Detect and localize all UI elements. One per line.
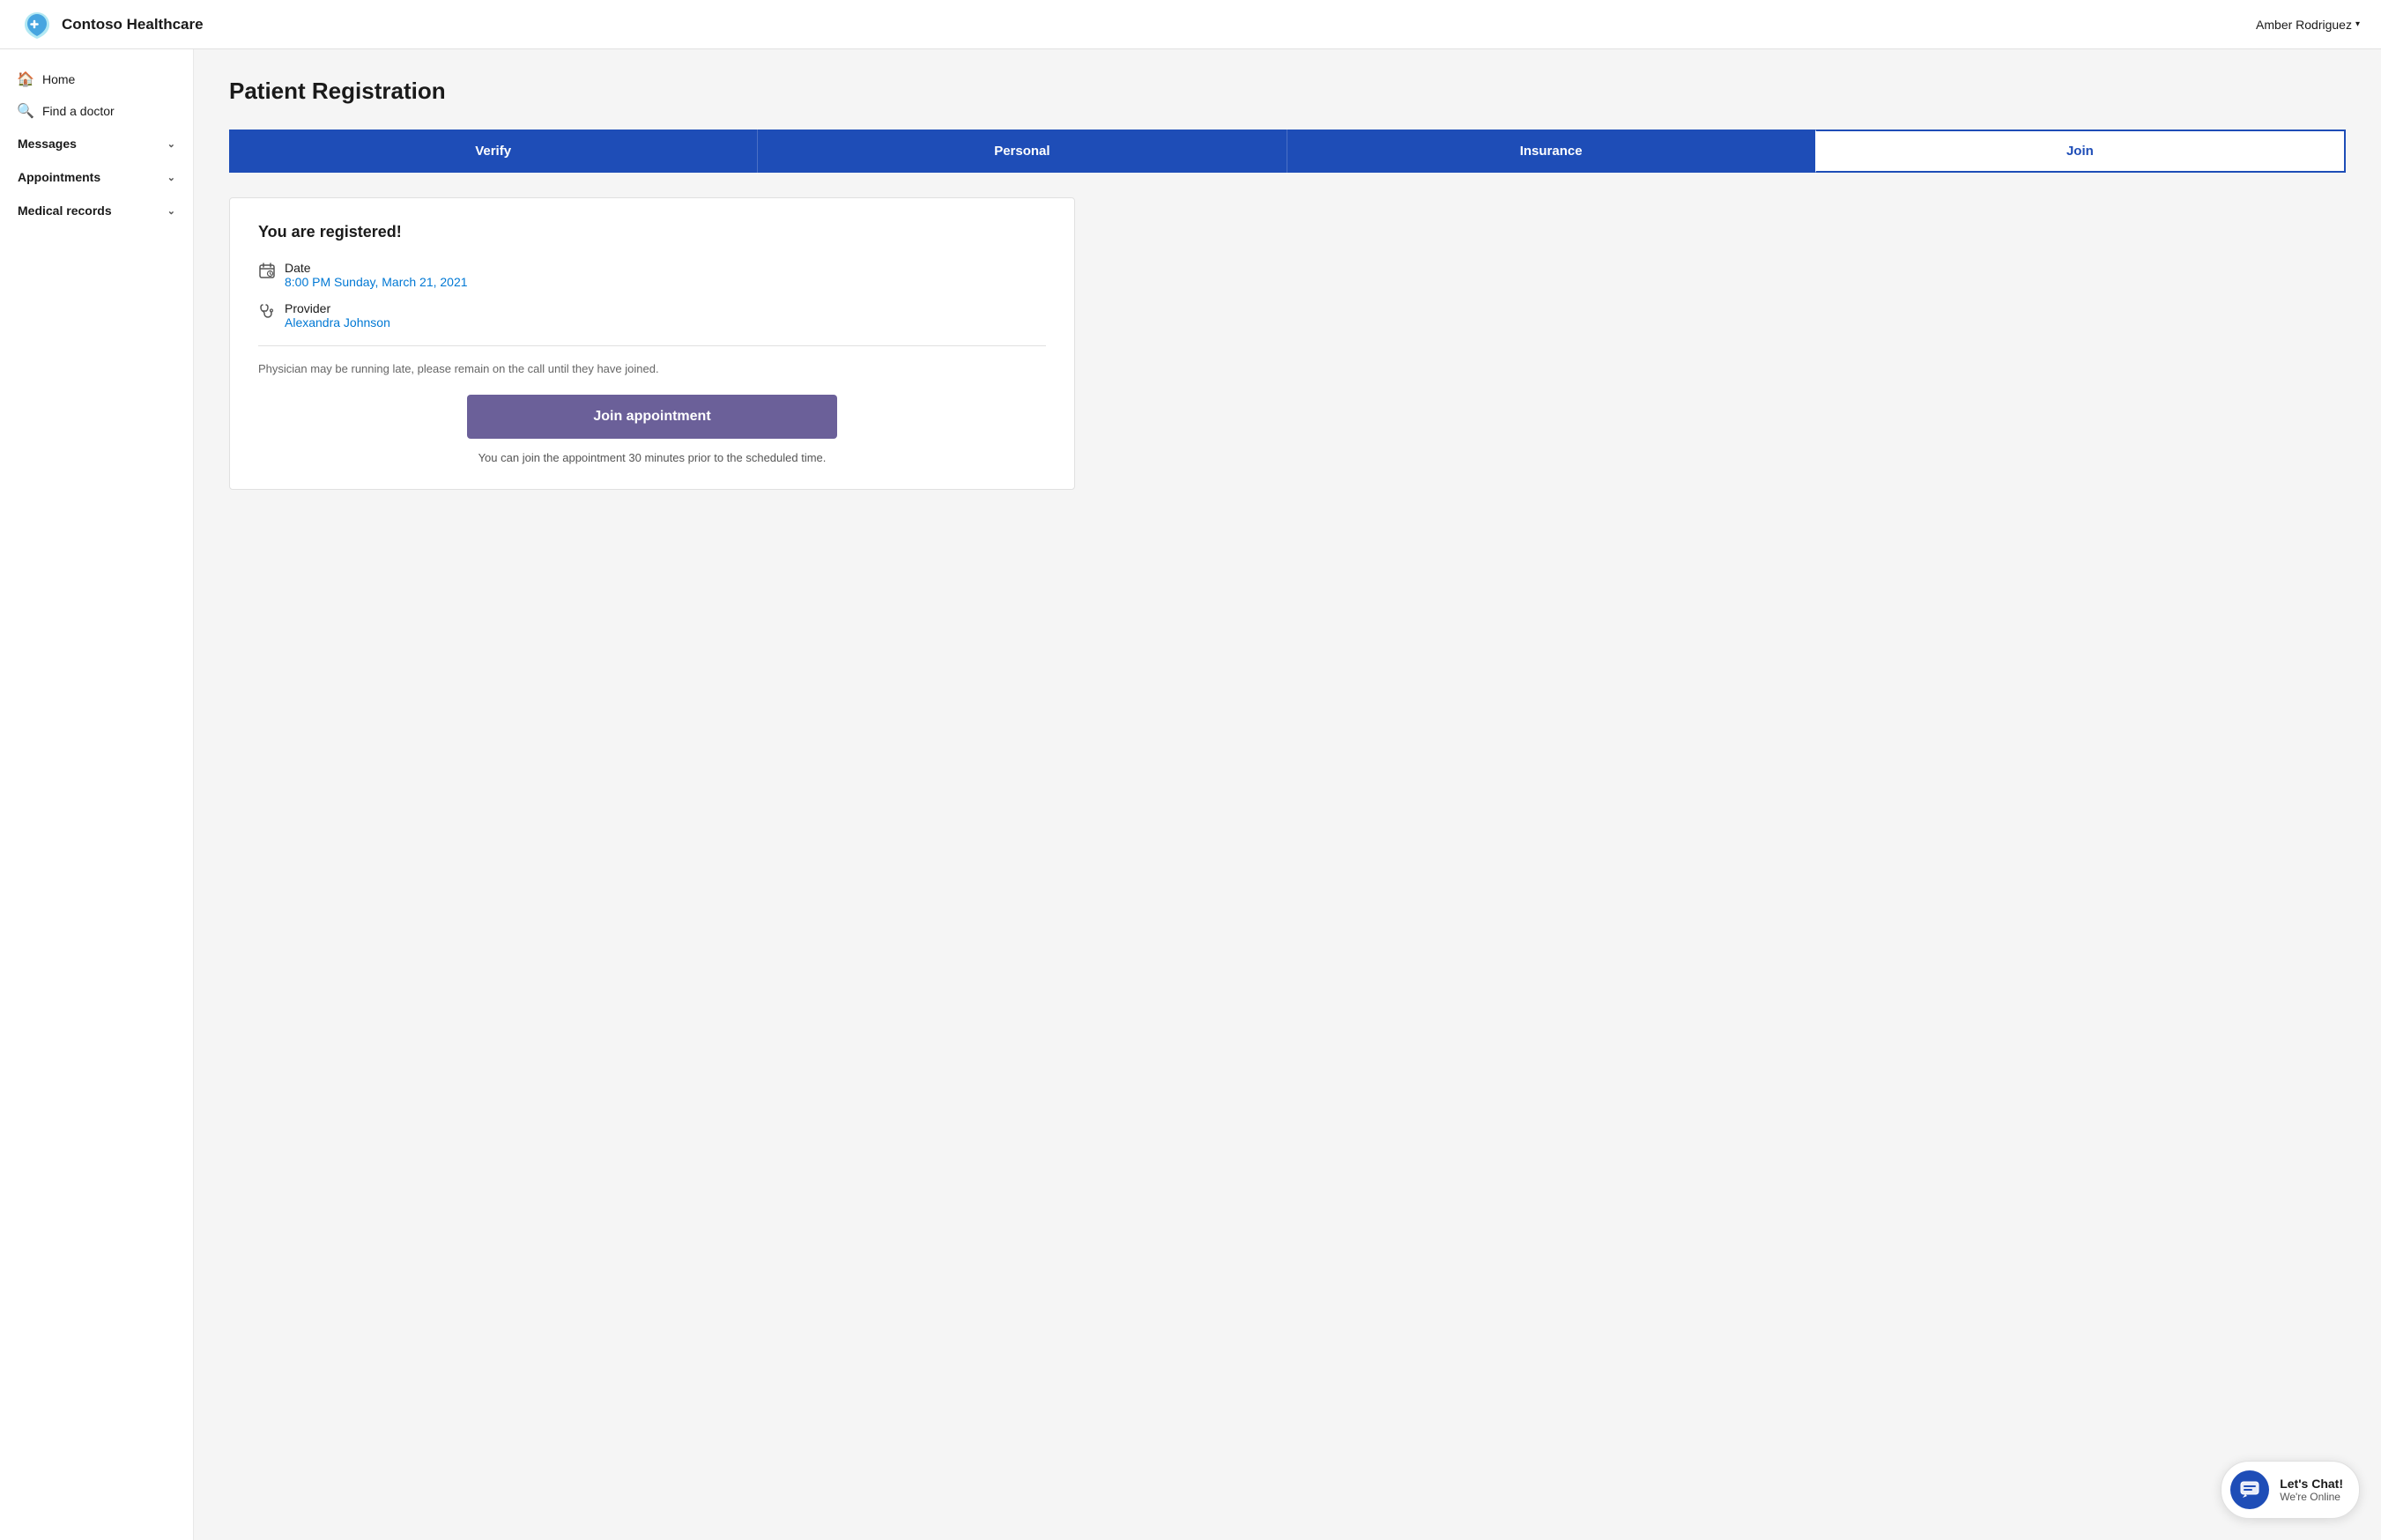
physician-note: Physician may be running late, please re… — [258, 362, 1046, 375]
main-content: Patient Registration Verify Personal Ins… — [194, 49, 2381, 1540]
user-menu[interactable]: Amber Rodriguez ▾ — [2256, 18, 2360, 32]
brand-name: Contoso Healthcare — [62, 16, 204, 33]
chat-title: Let's Chat! — [2280, 1477, 2343, 1491]
divider — [258, 345, 1046, 346]
date-value: 8:00 PM Sunday, March 21, 2021 — [285, 275, 468, 289]
provider-info: Provider Alexandra Johnson — [285, 301, 390, 329]
registration-card: You are registered! Date 8:00 PM Sunday, — [229, 197, 1075, 490]
registered-title: You are registered! — [258, 223, 1046, 241]
find-doctor-icon: 🔍 — [18, 103, 33, 119]
sidebar-group-appointments-label: Appointments — [18, 170, 100, 184]
step-insurance[interactable]: Insurance — [1287, 130, 1815, 173]
step-join[interactable]: Join — [1815, 130, 2346, 173]
steps-row: Verify Personal Insurance Join — [229, 130, 2346, 173]
page-title: Patient Registration — [229, 78, 2346, 105]
sidebar-group-appointments[interactable]: Appointments ⌄ — [0, 160, 193, 194]
sidebar-label-find-doctor: Find a doctor — [42, 104, 115, 118]
provider-value: Alexandra Johnson — [285, 315, 390, 329]
date-info: Date 8:00 PM Sunday, March 21, 2021 — [285, 261, 468, 289]
layout: 🏠 Home 🔍 Find a doctor Messages ⌄ Appoin… — [0, 49, 2381, 1540]
sidebar-group-medical-records[interactable]: Medical records ⌄ — [0, 194, 193, 227]
home-icon: 🏠 — [18, 71, 33, 87]
join-note: You can join the appointment 30 minutes … — [258, 451, 1046, 464]
chat-icon — [2230, 1470, 2269, 1509]
sidebar-item-home[interactable]: 🏠 Home — [0, 63, 193, 95]
brand-logo — [21, 9, 53, 41]
chat-text: Let's Chat! We're Online — [2280, 1477, 2343, 1503]
sidebar: 🏠 Home 🔍 Find a doctor Messages ⌄ Appoin… — [0, 49, 194, 1540]
chat-bubble[interactable]: Let's Chat! We're Online — [2221, 1461, 2360, 1519]
brand: Contoso Healthcare — [21, 9, 204, 41]
sidebar-label-home: Home — [42, 72, 75, 86]
sidebar-group-medical-records-label: Medical records — [18, 204, 112, 218]
sidebar-item-find-doctor[interactable]: 🔍 Find a doctor — [0, 95, 193, 127]
messages-chevron-icon: ⌄ — [167, 138, 175, 150]
step-personal[interactable]: Personal — [757, 130, 1286, 173]
date-row: Date 8:00 PM Sunday, March 21, 2021 — [258, 261, 1046, 289]
appointments-chevron-icon: ⌄ — [167, 172, 175, 183]
stethoscope-icon — [258, 302, 276, 324]
sidebar-group-messages[interactable]: Messages ⌄ — [0, 127, 193, 160]
user-name: Amber Rodriguez — [2256, 18, 2352, 32]
join-appointment-button[interactable]: Join appointment — [467, 395, 837, 439]
calendar-icon — [258, 262, 276, 284]
date-label: Date — [285, 261, 468, 275]
provider-label: Provider — [285, 301, 390, 315]
chat-subtitle: We're Online — [2280, 1491, 2343, 1503]
top-nav: Contoso Healthcare Amber Rodriguez ▾ — [0, 0, 2381, 49]
provider-row: Provider Alexandra Johnson — [258, 301, 1046, 329]
user-chevron-icon: ▾ — [2355, 19, 2360, 29]
step-verify[interactable]: Verify — [229, 130, 757, 173]
sidebar-group-messages-label: Messages — [18, 137, 77, 151]
medical-records-chevron-icon: ⌄ — [167, 205, 175, 217]
